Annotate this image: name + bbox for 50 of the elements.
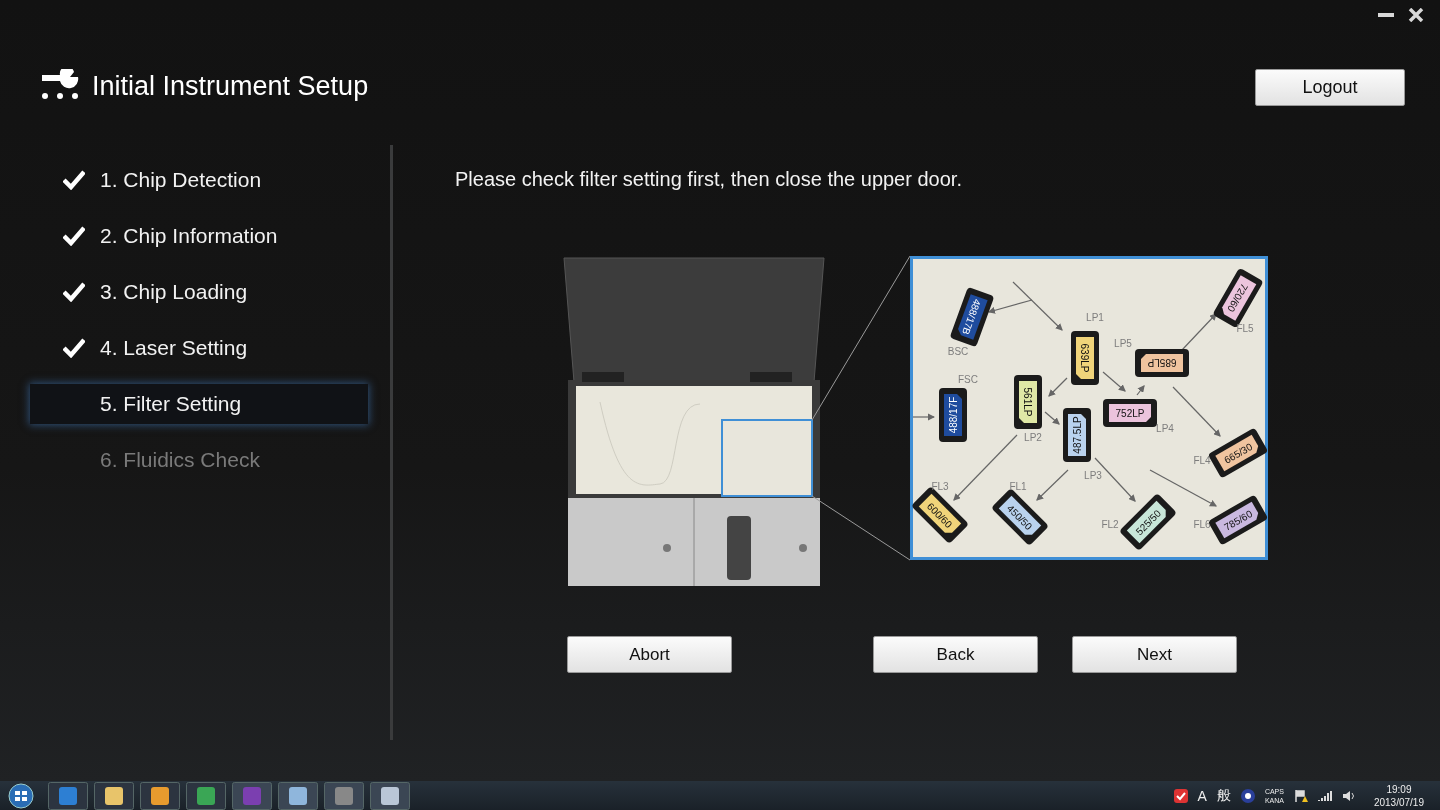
arrow xyxy=(1136,385,1145,396)
start-icon[interactable] xyxy=(8,782,34,809)
dialog-button[interactable]: Next xyxy=(1072,636,1237,673)
clock-date[interactable]: 2013/07/19 xyxy=(1373,795,1424,809)
filter-chip[interactable]: 685LP xyxy=(1135,349,1189,377)
position-label: FL2 xyxy=(1101,519,1119,530)
step-label: 5. Filter Setting xyxy=(100,392,242,416)
position-label: FSC xyxy=(958,374,978,385)
arrow xyxy=(1172,386,1221,437)
signal-icon[interactable] xyxy=(1317,789,1332,802)
arrow xyxy=(1048,377,1068,397)
ime-indicator[interactable]: 般 xyxy=(1216,786,1231,805)
window-title: Initial Instrument Setup xyxy=(92,70,370,103)
filter-chip[interactable]: 561LP xyxy=(1014,375,1042,429)
flag-icon[interactable] xyxy=(1293,788,1308,803)
position-label: LP3 xyxy=(1084,470,1102,481)
filter-chip[interactable]: 752LP xyxy=(1103,399,1157,427)
dialog-button[interactable]: Back xyxy=(873,636,1038,673)
arrow xyxy=(1044,411,1060,425)
instruction-text: Please check filter setting first, then close the upper door. xyxy=(455,167,963,191)
position-label: LP4 xyxy=(1156,423,1174,434)
step-item[interactable]: 2. Chip Information xyxy=(30,216,368,256)
position-label: LP1 xyxy=(1086,312,1104,323)
position-label: BSC xyxy=(947,346,969,357)
step-label: 4. Laser Setting xyxy=(100,336,248,360)
filter-chip[interactable]: 639LP xyxy=(1071,331,1099,385)
arrow xyxy=(1036,469,1069,501)
dialog-button[interactable]: Abort xyxy=(567,636,732,673)
position-label: LP5 xyxy=(1114,338,1132,349)
step-item[interactable]: 4. Laser Setting xyxy=(30,328,368,368)
speaker-icon[interactable] xyxy=(1341,789,1356,802)
arrow xyxy=(1181,313,1217,351)
close-icon[interactable] xyxy=(1408,8,1424,22)
filter-chip[interactable]: 487.5LP xyxy=(1063,408,1091,462)
arrow xyxy=(1149,469,1218,507)
logout-button[interactable]: Logout xyxy=(1255,69,1405,106)
arrow xyxy=(1102,371,1126,392)
arrow xyxy=(912,413,936,421)
step-item[interactable]: 3. Chip Loading xyxy=(30,272,368,312)
ime-indicator[interactable]: A xyxy=(1197,787,1207,804)
position-label: LP2 xyxy=(1024,432,1042,443)
step-label: 1. Chip Detection xyxy=(100,168,262,192)
step-item[interactable]: 5. Filter Setting xyxy=(30,384,368,424)
step-item[interactable]: 1. Chip Detection xyxy=(30,160,368,200)
step-label: 3. Chip Loading xyxy=(100,280,248,304)
step-label: 6. Fluidics Check xyxy=(100,448,260,472)
filter-chip[interactable]: 488/17F xyxy=(939,388,967,442)
step-label: 2. Chip Information xyxy=(100,224,278,248)
antivirus-icon[interactable] xyxy=(1173,788,1188,803)
clock-time[interactable]: 19:09 xyxy=(1386,782,1412,796)
